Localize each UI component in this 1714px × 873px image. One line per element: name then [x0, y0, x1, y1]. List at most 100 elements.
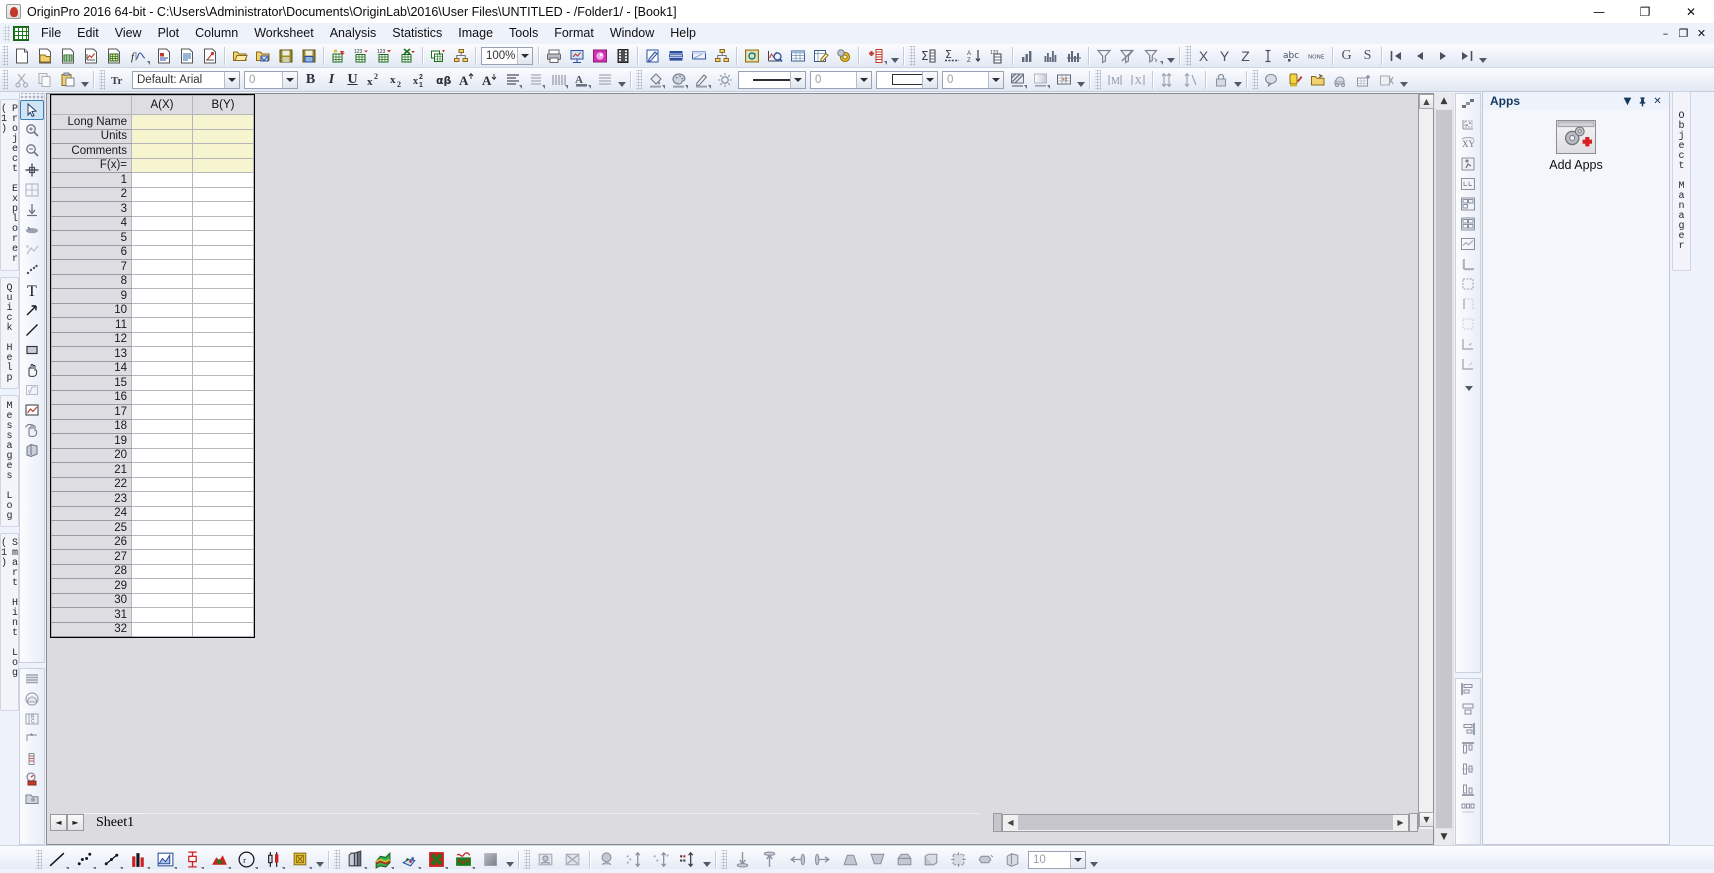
right-palette-overflow[interactable]: [1456, 374, 1482, 394]
font-combo[interactable]: Default: Arial: [132, 70, 240, 89]
contour-plot-icon[interactable]: [424, 848, 449, 872]
row-header[interactable]: 27: [51, 549, 132, 565]
row-header[interactable]: 19: [51, 433, 132, 449]
data-cell[interactable]: [192, 462, 254, 478]
align-icon[interactable]: [502, 70, 523, 90]
meta-label-long-name[interactable]: Long Name: [51, 114, 132, 130]
add-apps-item[interactable]: Add Apps: [1483, 120, 1669, 172]
paste-icon[interactable]: [57, 70, 78, 90]
new-matrix-icon[interactable]: [103, 46, 124, 66]
toolbar-grip-stats[interactable]: [909, 45, 915, 66]
data-cell[interactable]: [192, 476, 254, 492]
import-excel-icon[interactable]: [397, 46, 418, 66]
new-excel-icon[interactable]: [199, 46, 220, 66]
pattern-icon[interactable]: [1007, 70, 1028, 90]
data-selector-tool-icon[interactable]: [20, 200, 44, 220]
data-cell[interactable]: [131, 215, 193, 231]
reverse-axis-icon[interactable]: [675, 848, 700, 872]
row-header[interactable]: 26: [51, 534, 132, 550]
equation-tool-icon[interactable]: [20, 380, 44, 400]
table-style-icon[interactable]: +x: [1053, 70, 1074, 90]
data-cell[interactable]: [131, 491, 193, 507]
smart-hint-log-tab[interactable]: Smart Hint Log (1): [0, 533, 21, 711]
toolbar-grip-clip[interactable]: [2, 69, 8, 90]
row-header[interactable]: 32: [51, 621, 132, 637]
arrow-tool-icon[interactable]: [20, 300, 44, 320]
justify-icon[interactable]: [525, 70, 546, 90]
new-graph-icon[interactable]: [80, 46, 101, 66]
underline-icon[interactable]: U: [342, 70, 363, 90]
row-header[interactable]: 6: [51, 244, 132, 260]
meta-label-comments[interactable]: Comments: [51, 143, 132, 159]
set-as-z-icon[interactable]: Z: [1235, 46, 1256, 66]
import-wizard-icon[interactable]: [328, 46, 349, 66]
align-middle-objects-icon[interactable]: [1456, 759, 1480, 779]
toolbar-overflow-1[interactable]: [890, 46, 900, 66]
statistics-on-row-icon[interactable]: Σ: [941, 46, 962, 66]
data-cell[interactable]: [131, 317, 193, 333]
data-cell[interactable]: [192, 273, 254, 289]
worksheet-view-icon[interactable]: [787, 46, 808, 66]
bar-chart-icon[interactable]: [1017, 46, 1038, 66]
toolbar-grip[interactable]: [2, 45, 8, 66]
distribute-objects-icon[interactable]: [1456, 799, 1480, 819]
gradient-icon[interactable]: [1030, 70, 1051, 90]
row-header[interactable]: 16: [51, 389, 132, 405]
toolbar-overflow-tools[interactable]: [1399, 70, 1409, 90]
print-icon[interactable]: [543, 46, 564, 66]
data-cell[interactable]: [192, 505, 254, 521]
data-cell[interactable]: [131, 563, 193, 579]
row-header[interactable]: 25: [51, 520, 132, 536]
import-multiple-ascii-icon[interactable]: 123: [374, 46, 395, 66]
mask-range-icon[interactable]: M: [1104, 70, 1125, 90]
column-chart-icon[interactable]: [1040, 46, 1061, 66]
region-tool-icon[interactable]: [20, 400, 44, 420]
mdi-minimize-button[interactable]: –: [1657, 25, 1674, 41]
zoom-combo[interactable]: 100%: [481, 46, 533, 65]
column-header-a[interactable]: A(X): [131, 95, 193, 115]
toolbar-grip-style[interactable]: [636, 69, 642, 90]
last-icon[interactable]: [1455, 46, 1476, 66]
data-cell[interactable]: [131, 389, 193, 405]
data-cell[interactable]: [131, 244, 193, 260]
menu-item-column[interactable]: Column: [187, 24, 246, 43]
row-header[interactable]: 5: [51, 230, 132, 246]
data-cell[interactable]: [131, 520, 193, 536]
project-explorer-tab[interactable]: Project Explorer (1): [0, 99, 21, 271]
data-cell[interactable]: [192, 288, 254, 304]
font-type-icon[interactable]: Tr: [108, 70, 129, 90]
superscript-icon[interactable]: x2: [364, 70, 385, 90]
hscroll-left-button[interactable]: ◀: [1003, 815, 1018, 830]
layer-arrange-3-icon[interactable]: [1456, 214, 1480, 234]
graph-toolbar-overflow-3[interactable]: [702, 850, 712, 870]
menu-item-analysis[interactable]: Analysis: [322, 24, 385, 43]
move-left-object-icon[interactable]: [784, 848, 809, 872]
data-cell[interactable]: [131, 592, 193, 608]
meta-cell[interactable]: [192, 143, 254, 159]
send-graph-icon[interactable]: [566, 46, 587, 66]
hscroll-right-button[interactable]: ▶: [1393, 815, 1408, 830]
data-cell[interactable]: [131, 331, 193, 347]
data-cell[interactable]: [131, 505, 193, 521]
edit-sheet-icon[interactable]: [810, 46, 831, 66]
data-cell[interactable]: [192, 563, 254, 579]
meta-cell[interactable]: [131, 114, 193, 130]
rescale-axes-icon[interactable]: [648, 848, 673, 872]
zoom-dropdown-button[interactable]: [517, 47, 532, 64]
first-icon[interactable]: [1386, 46, 1407, 66]
font-color-icon[interactable]: A: [571, 70, 592, 90]
data-cell[interactable]: [131, 259, 193, 275]
set-as-y-icon[interactable]: Y: [1214, 46, 1235, 66]
data-cell[interactable]: [131, 172, 193, 188]
layer-arrange-4-icon[interactable]: [1456, 234, 1480, 254]
menu-item-view[interactable]: View: [107, 24, 150, 43]
row-header[interactable]: 2: [51, 186, 132, 202]
3d-scatter-icon[interactable]: [397, 848, 422, 872]
data-cell[interactable]: [192, 375, 254, 391]
axis-left-icon[interactable]: [1456, 294, 1480, 314]
line-width-dropdown-button[interactable]: [856, 71, 871, 88]
next-icon[interactable]: [1432, 46, 1453, 66]
graph-toolbar-overflow-2[interactable]: [505, 850, 515, 870]
unmask-icon[interactable]: X: [1127, 70, 1148, 90]
align-top-objects-icon[interactable]: [1456, 739, 1480, 759]
